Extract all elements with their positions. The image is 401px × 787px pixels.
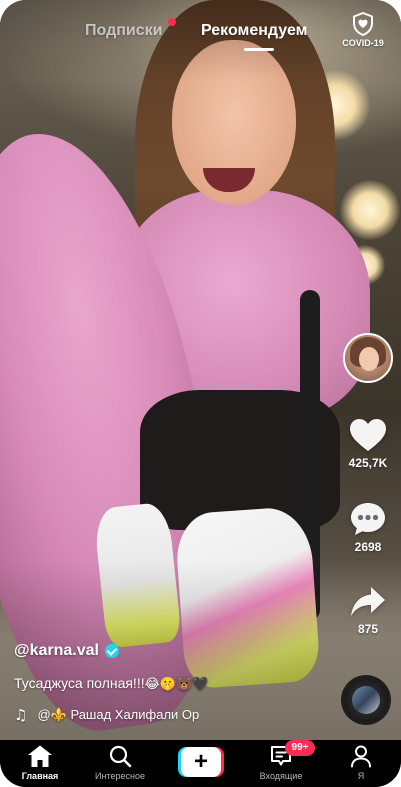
share-arrow-icon: [351, 587, 385, 616]
description-text: Тусаджуса полная!!!: [14, 675, 145, 691]
shield-heart-icon: [353, 12, 373, 36]
like-count: 425,7K: [348, 456, 388, 470]
share-button[interactable]: 875: [340, 585, 396, 636]
creator-avatar[interactable]: [343, 333, 393, 383]
nav-home[interactable]: Главная: [0, 744, 80, 781]
sound-title[interactable]: @⚜️ Рашад Халифали Ор: [37, 707, 199, 723]
plus-icon: +: [181, 747, 221, 777]
search-icon: [109, 745, 132, 768]
video-caption-block: @karna.val Тусаджуса полная!!!😂🤫🐻🖤 ♫ @⚜️…: [14, 641, 334, 724]
feed-tabs: Подписки Рекомендуем COVID-19: [0, 12, 401, 58]
creator-username[interactable]: @karna.val: [14, 642, 99, 660]
inbox-badge: 99+: [285, 740, 315, 756]
description-emojis: 😂🤫🐻🖤: [144, 677, 209, 692]
verified-badge-icon: [104, 644, 119, 658]
nav-discover-label: Интересное: [95, 771, 145, 781]
covid-button[interactable]: COVID-19: [336, 12, 390, 56]
bottom-nav: Главная Интересное + 99+ Входящие Я: [0, 740, 401, 787]
music-disc[interactable]: [341, 675, 391, 725]
avatar-face: [359, 347, 379, 371]
active-tab-indicator: [244, 48, 274, 51]
share-count: 875: [357, 622, 379, 636]
like-button[interactable]: 425,7K: [340, 417, 396, 470]
sound-row[interactable]: ♫ @⚜️ Рашад Халифали Ор: [14, 706, 224, 724]
following-new-dot: [168, 18, 176, 26]
video-description: Тусаджуса полная!!!😂🤫🐻🖤: [14, 675, 334, 692]
comment-bubble-icon: [351, 503, 385, 535]
heart-icon: [350, 419, 386, 451]
comment-button[interactable]: 2698: [340, 501, 396, 554]
profile-icon: [351, 745, 371, 768]
creator-row: @karna.val: [14, 641, 334, 661]
home-icon: [28, 745, 52, 767]
covid-label: COVID-19: [342, 38, 384, 48]
nav-discover[interactable]: Интересное: [80, 744, 160, 781]
tab-following[interactable]: Подписки: [85, 22, 162, 40]
tab-for-you[interactable]: Рекомендуем: [201, 22, 308, 40]
nav-home-label: Главная: [21, 771, 59, 781]
nav-inbox[interactable]: 99+ Входящие: [241, 740, 321, 781]
comment-count: 2698: [354, 540, 382, 554]
phone-screen: Подписки Рекомендуем COVID-19 425,7K 269…: [0, 0, 401, 787]
nav-profile[interactable]: Я: [321, 744, 401, 781]
music-note-icon: ♫: [14, 706, 28, 724]
create-video-button[interactable]: +: [178, 747, 224, 777]
disc-artwork: [352, 686, 380, 714]
nav-inbox-label: Входящие: [259, 771, 303, 781]
video-lamp: [340, 180, 400, 240]
nav-profile-label: Я: [357, 771, 365, 781]
